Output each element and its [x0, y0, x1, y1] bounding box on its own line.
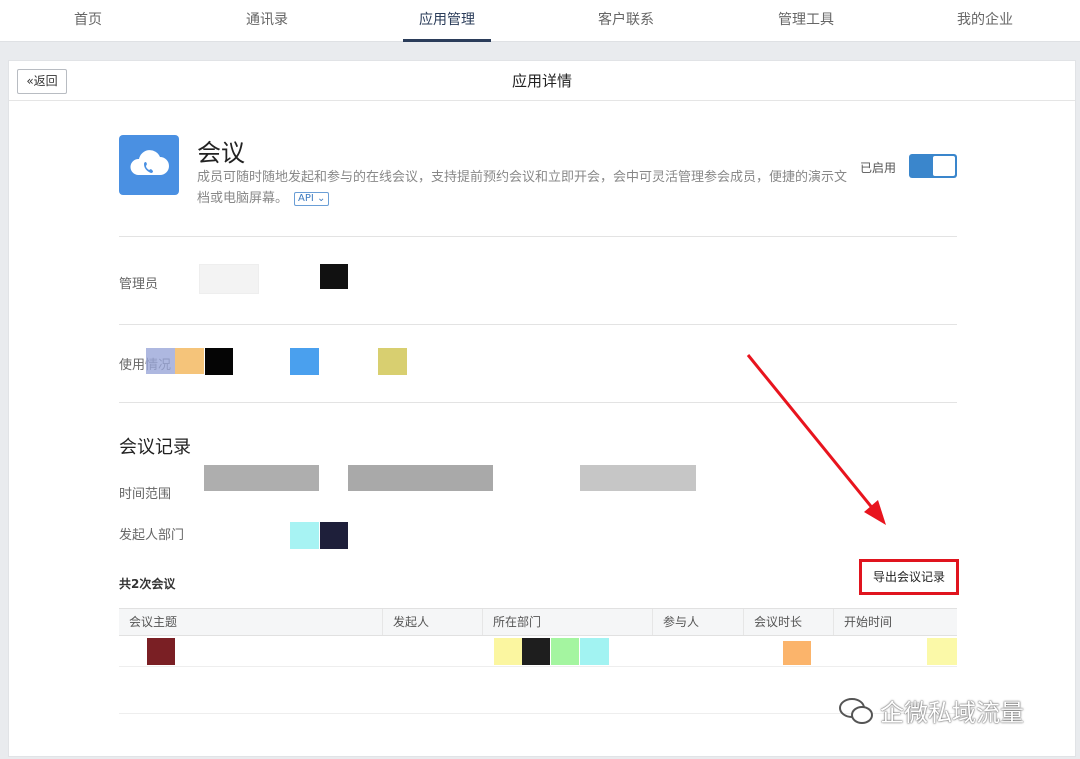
wechat-icon	[839, 698, 873, 724]
watermark-text: 企微私域流量	[880, 699, 1024, 727]
annotation-arrow-icon	[746, 354, 886, 525]
